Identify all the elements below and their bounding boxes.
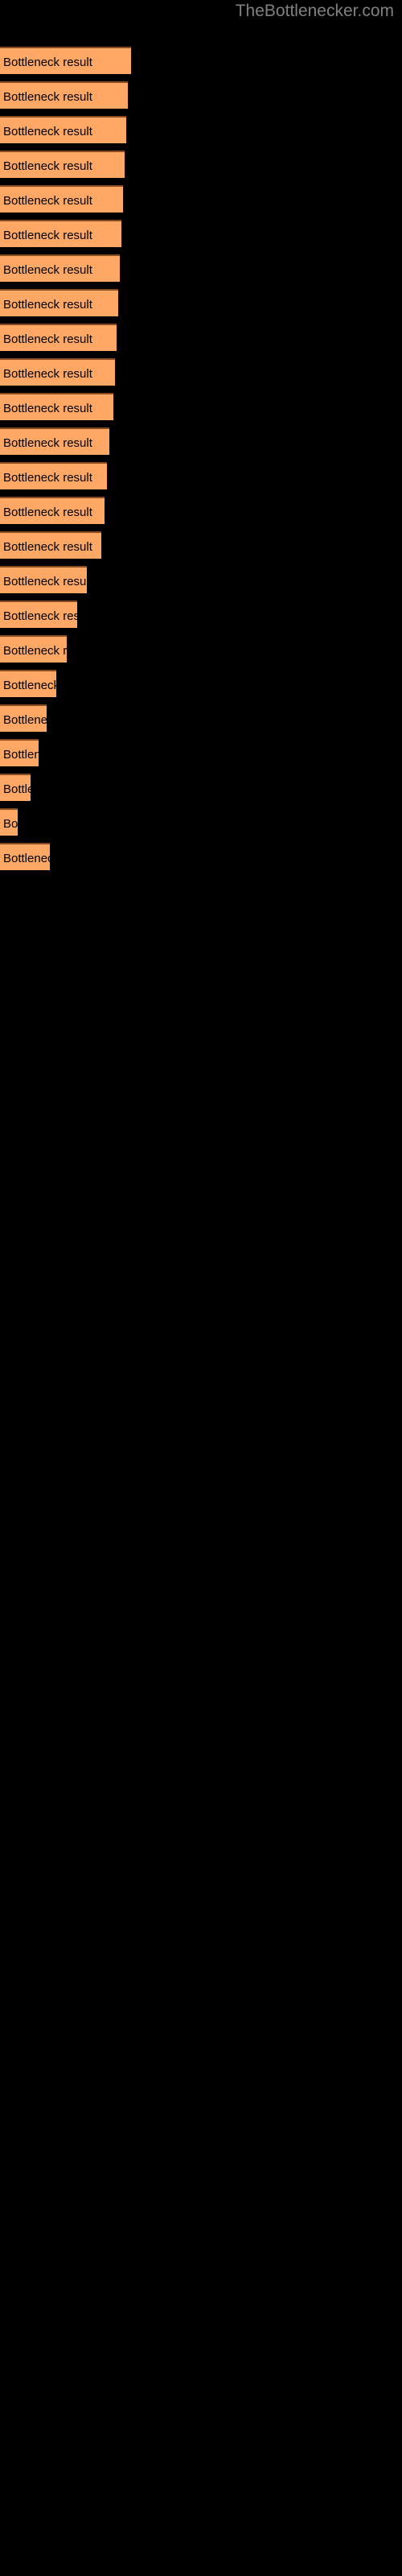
bars-layer: Bottleneck result Bottleneck result Bottle…	[0, 0, 402, 2576]
bar-row: Bottleneck result	[0, 808, 402, 836]
bar-row: Bottleneck result	[0, 324, 402, 351]
bar-row: Bottleneck result	[0, 601, 402, 628]
bar-row: Bottleneck result	[0, 635, 402, 663]
bar-label: Bottleneck result	[3, 748, 39, 762]
bar: Bottleneck result	[0, 497, 105, 524]
bar-label: Bottleneck result	[3, 194, 92, 208]
bar: Bottleneck result	[0, 324, 117, 351]
bar-label: Bottleneck result	[3, 852, 50, 865]
bar-row: Bottleneck result	[0, 151, 402, 178]
bar: Bottleneck result	[0, 254, 120, 282]
bar-row: Bottleneck result	[0, 843, 402, 870]
bar-label: Bottleneck result	[3, 609, 77, 623]
bar-row: Bottleneck result	[0, 531, 402, 559]
bar: Bottleneck result	[0, 670, 56, 697]
bar-row: Bottleneck result	[0, 220, 402, 247]
bar-label: Bottleneck result	[3, 713, 47, 727]
bar-label: Bottleneck result	[3, 540, 92, 554]
bar-row: Bottleneck result	[0, 393, 402, 420]
bar: Bottleneck result	[0, 739, 39, 766]
bar-label: Bottleneck result	[3, 817, 18, 831]
bar-row: Bottleneck result	[0, 289, 402, 316]
bar-row: Bottleneck result	[0, 116, 402, 143]
bar: Bottleneck result	[0, 601, 77, 628]
bar-label: Bottleneck result	[3, 90, 92, 104]
bar-row: Bottleneck result	[0, 670, 402, 697]
bar: Bottleneck result	[0, 531, 101, 559]
bar-row: Bottleneck result	[0, 185, 402, 213]
bar: Bottleneck result	[0, 220, 121, 247]
bar: Bottleneck result	[0, 81, 128, 109]
bar: Bottleneck result	[0, 704, 47, 732]
bar: Bottleneck result	[0, 289, 118, 316]
bar: Bottleneck result	[0, 427, 109, 455]
bottleneck-bar-chart: TheBottlenecker.com Bottleneck result Bot…	[0, 0, 402, 2576]
bar-label: Bottleneck result	[3, 56, 92, 69]
bar-label: Bottleneck result	[3, 229, 92, 242]
bar-row: Bottleneck result	[0, 739, 402, 766]
bar: Bottleneck result	[0, 185, 123, 213]
bar-label: Bottleneck result	[3, 782, 31, 796]
bar-row: Bottleneck result	[0, 497, 402, 524]
bar-label: Bottleneck result	[3, 436, 92, 450]
bar-label: Bottleneck result	[3, 298, 92, 312]
bar-row: Bottleneck result	[0, 47, 402, 74]
bar-label: Bottleneck result	[3, 402, 92, 415]
bar: Bottleneck result	[0, 635, 67, 663]
bar-row: Bottleneck result	[0, 774, 402, 801]
bar: Bottleneck result	[0, 393, 113, 420]
bar-label: Bottleneck result	[3, 367, 92, 381]
bar-label: Bottleneck result	[3, 575, 87, 588]
bar-row: Bottleneck result	[0, 427, 402, 455]
bar-label: Bottleneck result	[3, 263, 92, 277]
bar: Bottleneck result	[0, 566, 87, 593]
bar: Bottleneck result	[0, 116, 126, 143]
bar-label: Bottleneck result	[3, 159, 92, 173]
bar-row: Bottleneck result	[0, 462, 402, 489]
bar: Bottleneck result	[0, 358, 115, 386]
bar: Bottleneck result	[0, 151, 125, 178]
bar: Bottleneck result	[0, 774, 31, 801]
bar: Bottleneck result	[0, 462, 107, 489]
bar: Bottleneck result	[0, 808, 18, 836]
bar-label: Bottleneck result	[3, 644, 67, 658]
bar-label: Bottleneck result	[3, 125, 92, 138]
bar-label: Bottleneck result	[3, 471, 92, 485]
bar-row: Bottleneck result	[0, 566, 402, 593]
bar: Bottleneck result	[0, 843, 50, 870]
bar-row: Bottleneck result	[0, 81, 402, 109]
bar-row: Bottleneck result	[0, 358, 402, 386]
bar-row: Bottleneck result	[0, 254, 402, 282]
bar-label: Bottleneck result	[3, 679, 56, 692]
bar-label: Bottleneck result	[3, 332, 92, 346]
bar-label: Bottleneck result	[3, 506, 92, 519]
bar-row: Bottleneck result	[0, 704, 402, 732]
bar: Bottleneck result	[0, 47, 131, 74]
